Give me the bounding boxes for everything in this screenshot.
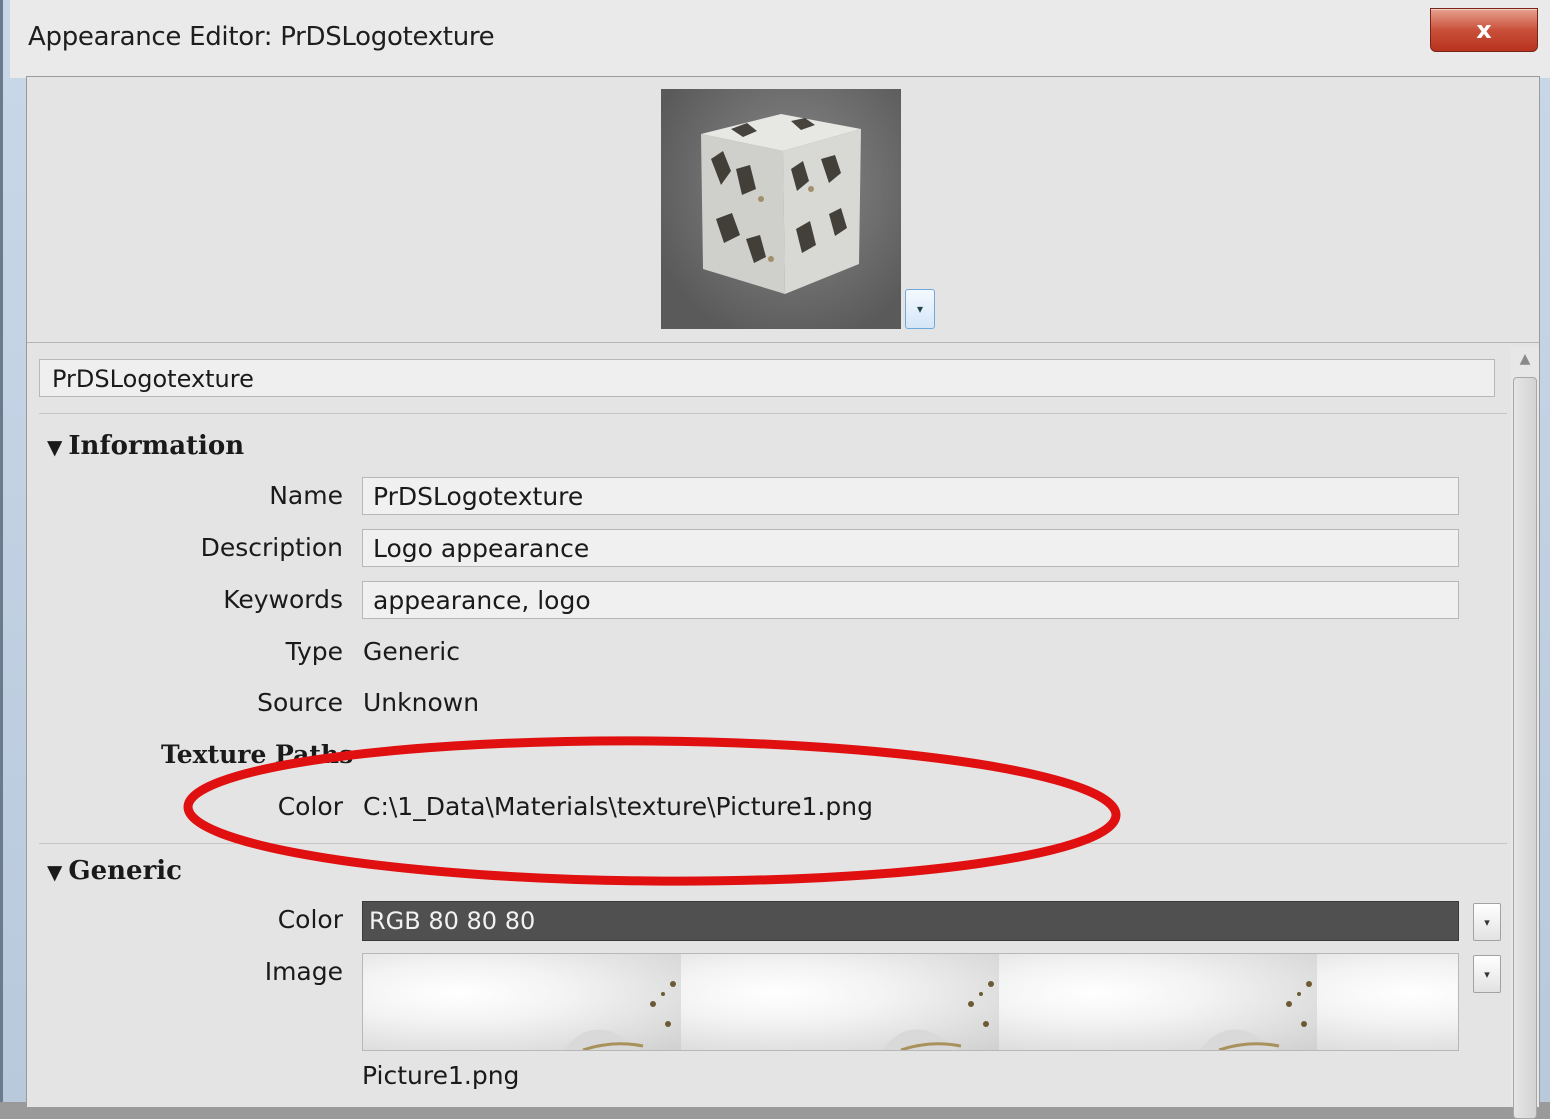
name-field[interactable]: PrDSLogotexture: [362, 477, 1459, 515]
scroll-thumb[interactable]: [1513, 377, 1537, 1119]
appearance-preview-thumbnail: [661, 89, 901, 329]
name-label: Name: [269, 481, 343, 510]
image-texture-preview[interactable]: [362, 953, 1459, 1051]
appearance-name-field[interactable]: PrDSLogotexture: [39, 359, 1495, 397]
texture-color-label: Color: [277, 792, 343, 821]
divider: [39, 413, 1507, 414]
textured-cube-image: [701, 114, 861, 294]
close-button[interactable]: x: [1430, 8, 1538, 52]
generic-image-label: Image: [264, 957, 343, 986]
section-title: Generic: [68, 856, 182, 886]
appearance-editor-window: Appearance Editor: PrDSLogotexture x ▾ P…: [0, 0, 1550, 1119]
window-title: Appearance Editor: PrDSLogotexture: [28, 22, 495, 52]
section-header-generic[interactable]: ▼ Generic: [47, 856, 182, 886]
editor-client-area: ▾ PrDSLogotexture ▼ Information Name PrDS…: [26, 76, 1540, 1119]
keywords-label: Keywords: [223, 585, 343, 614]
close-icon: x: [1476, 16, 1492, 44]
collapse-triangle-icon: ▼: [47, 860, 63, 884]
keywords-field[interactable]: appearance, logo: [362, 581, 1459, 619]
source-value: Unknown: [363, 688, 480, 717]
preview-area: ▾: [27, 77, 1539, 343]
color-dropdown-button[interactable]: ▾: [1473, 903, 1501, 941]
preview-dropdown-button[interactable]: ▾: [905, 289, 935, 329]
image-dropdown-button[interactable]: ▾: [1473, 955, 1501, 993]
source-label: Source: [257, 688, 343, 717]
generic-color-label: Color: [277, 905, 343, 934]
title-bar[interactable]: Appearance Editor: PrDSLogotexture: [10, 0, 1550, 78]
type-value: Generic: [363, 637, 460, 666]
chevron-down-icon: ▾: [1484, 967, 1490, 981]
chevron-down-icon: ▾: [916, 302, 924, 316]
chevron-down-icon: ▾: [1484, 915, 1490, 929]
image-filename: Picture1.png: [362, 1061, 520, 1090]
vertical-scrollbar[interactable]: ▲: [1511, 347, 1539, 1119]
collapse-triangle-icon: ▼: [47, 435, 63, 459]
description-label: Description: [200, 533, 343, 562]
section-title: Information: [68, 431, 245, 461]
section-header-information[interactable]: ▼ Information: [47, 431, 244, 461]
description-field[interactable]: Logo appearance: [362, 529, 1459, 567]
divider: [39, 843, 1507, 844]
type-label: Type: [285, 637, 343, 666]
texture-paths-header: Texture Paths: [161, 740, 354, 769]
generic-color-swatch[interactable]: RGB 80 80 80: [362, 901, 1459, 941]
texture-detail-overlay: [564, 981, 1312, 1050]
scroll-up-arrow-icon[interactable]: ▲: [1511, 347, 1539, 371]
texture-color-path: C:\1_Data\Materials\texture\Picture1.png: [363, 792, 873, 821]
